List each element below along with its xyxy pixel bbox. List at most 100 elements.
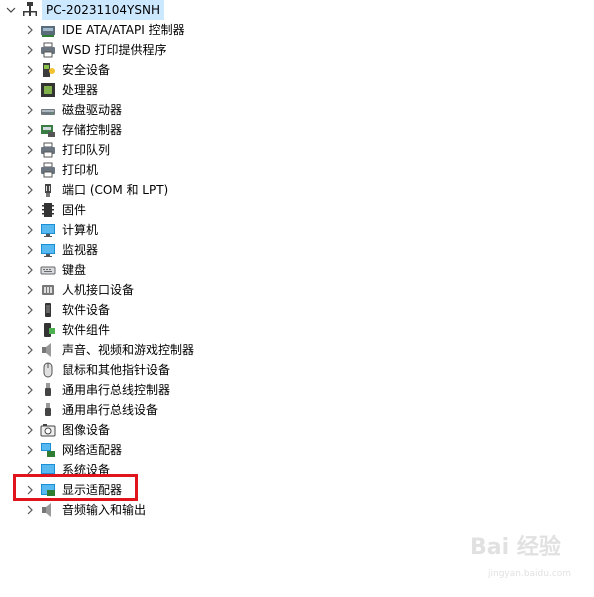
- tree-item[interactable]: 通用串行总线控制器: [0, 380, 300, 400]
- tree-item[interactable]: 存储控制器: [0, 120, 300, 140]
- chevron-right-icon[interactable]: [23, 143, 37, 157]
- monitor-icon: [41, 224, 55, 237]
- chevron-right-icon[interactable]: [23, 43, 37, 57]
- chevron-right-icon[interactable]: [23, 503, 37, 517]
- tree-item[interactable]: 键盘: [0, 260, 300, 280]
- tree-item-label[interactable]: 打印机: [62, 160, 98, 180]
- chevron-right-icon[interactable]: [23, 403, 37, 417]
- tree-item[interactable]: 端口 (COM 和 LPT): [0, 180, 300, 200]
- tree-item-label[interactable]: 软件组件: [62, 320, 110, 340]
- security-device-icon: [43, 63, 55, 77]
- tree-item[interactable]: 鼠标和其他指针设备: [0, 360, 300, 380]
- software-device-icon: [45, 303, 51, 317]
- tree-item[interactable]: 软件组件: [0, 320, 300, 340]
- tree-item[interactable]: 网络适配器: [0, 440, 300, 460]
- watermark-text: Bai 经验: [470, 535, 561, 560]
- usb-icon: [45, 383, 51, 396]
- camera-icon: [40, 424, 56, 437]
- chevron-right-icon[interactable]: [23, 83, 37, 97]
- firmware-icon: [42, 203, 54, 217]
- tree-item[interactable]: 固件: [0, 200, 300, 220]
- tree-item-label[interactable]: 鼠标和其他指针设备: [62, 360, 170, 380]
- tree-item-label[interactable]: WSD 打印提供程序: [62, 40, 167, 60]
- tree-root[interactable]: PC-20231104YSNH: [0, 0, 200, 20]
- tree-item[interactable]: 安全设备: [0, 60, 300, 80]
- tree-item-label[interactable]: 键盘: [62, 260, 86, 280]
- tree-item-label[interactable]: 打印队列: [62, 140, 110, 160]
- tree-item[interactable]: 打印队列: [0, 140, 300, 160]
- chevron-right-icon[interactable]: [23, 23, 37, 37]
- tree-item-label[interactable]: 人机接口设备: [62, 280, 134, 300]
- tree-item[interactable]: 人机接口设备: [0, 280, 300, 300]
- watermark: Bai 经验 jingyan.baidu.com: [470, 529, 580, 589]
- tree-item-label[interactable]: 端口 (COM 和 LPT): [62, 180, 168, 200]
- tree-item-label[interactable]: 安全设备: [62, 60, 110, 80]
- tree-item[interactable]: 声音、视频和游戏控制器: [0, 340, 300, 360]
- chevron-right-icon[interactable]: [23, 443, 37, 457]
- chevron-right-icon[interactable]: [23, 203, 37, 217]
- printer-icon: [41, 162, 55, 178]
- tree-item-label[interactable]: 存储控制器: [62, 120, 122, 140]
- chevron-right-icon[interactable]: [23, 283, 37, 297]
- chevron-right-icon[interactable]: [23, 243, 37, 257]
- ide-controller-icon: [41, 26, 55, 37]
- tree-item[interactable]: 处理器: [0, 80, 300, 100]
- monitor-icon: [41, 244, 55, 257]
- chevron-right-icon[interactable]: [23, 263, 37, 277]
- audio-io-icon: [42, 503, 51, 517]
- tree-item-label[interactable]: 软件设备: [62, 300, 110, 320]
- tree-item[interactable]: 音频输入和输出: [0, 500, 300, 520]
- chevron-down-icon[interactable]: [4, 3, 18, 17]
- computer-icon: [23, 2, 37, 16]
- software-component-icon: [44, 323, 55, 337]
- tree-item-label[interactable]: 监视器: [62, 240, 98, 260]
- tree-item-label[interactable]: 通用串行总线设备: [62, 400, 158, 420]
- storage-controller-icon: [41, 125, 55, 137]
- chevron-right-icon[interactable]: [23, 303, 37, 317]
- processor-icon: [41, 83, 55, 97]
- root-computer-name[interactable]: PC-20231104YSNH: [42, 0, 164, 20]
- printer-icon: [41, 42, 55, 58]
- chevron-right-icon[interactable]: [23, 163, 37, 177]
- tree-item-label[interactable]: 声音、视频和游戏控制器: [62, 340, 194, 360]
- tree-item[interactable]: WSD 打印提供程序: [0, 40, 300, 60]
- chevron-right-icon[interactable]: [23, 343, 37, 357]
- tree-item[interactable]: 软件设备: [0, 300, 300, 320]
- printer-icon: [41, 142, 55, 158]
- tree-item[interactable]: 打印机: [0, 160, 300, 180]
- tree-item-label[interactable]: 磁盘驱动器: [62, 100, 122, 120]
- tree-item[interactable]: 图像设备: [0, 420, 300, 440]
- disk-drive-icon: [41, 109, 55, 115]
- keyboard-icon: [40, 266, 56, 275]
- chevron-right-icon[interactable]: [23, 103, 37, 117]
- tree-item[interactable]: 监视器: [0, 240, 300, 260]
- chevron-right-icon[interactable]: [23, 323, 37, 337]
- tree-item-label[interactable]: IDE ATA/ATAPI 控制器: [62, 20, 185, 40]
- tree-item-label[interactable]: 图像设备: [62, 420, 110, 440]
- watermark-url: jingyan.baidu.com: [488, 569, 572, 579]
- hid-icon: [42, 285, 54, 295]
- chevron-right-icon[interactable]: [23, 383, 37, 397]
- chevron-right-icon[interactable]: [23, 363, 37, 377]
- tree-item[interactable]: 磁盘驱动器: [0, 100, 300, 120]
- tree-item[interactable]: IDE ATA/ATAPI 控制器: [0, 20, 300, 40]
- tree-item[interactable]: 计算机: [0, 220, 300, 240]
- tree-item-label[interactable]: 固件: [62, 200, 86, 220]
- speaker-icon: [42, 343, 51, 357]
- tree-item-label[interactable]: 网络适配器: [62, 440, 122, 460]
- tree-item-label[interactable]: 通用串行总线控制器: [62, 380, 170, 400]
- usb-icon: [45, 403, 51, 416]
- chevron-right-icon[interactable]: [23, 423, 37, 437]
- mouse-icon: [43, 362, 53, 378]
- tree-item[interactable]: 通用串行总线设备: [0, 400, 300, 420]
- chevron-right-icon[interactable]: [23, 183, 37, 197]
- port-icon: [45, 184, 51, 197]
- tree-item-label[interactable]: 处理器: [62, 80, 98, 100]
- chevron-right-icon[interactable]: [23, 223, 37, 237]
- annotation-highlight-box: [13, 474, 138, 501]
- network-adapter-icon: [41, 443, 55, 457]
- tree-item-label[interactable]: 音频输入和输出: [62, 500, 146, 520]
- chevron-right-icon[interactable]: [23, 123, 37, 137]
- tree-item-label[interactable]: 计算机: [62, 220, 98, 240]
- chevron-right-icon[interactable]: [23, 63, 37, 77]
